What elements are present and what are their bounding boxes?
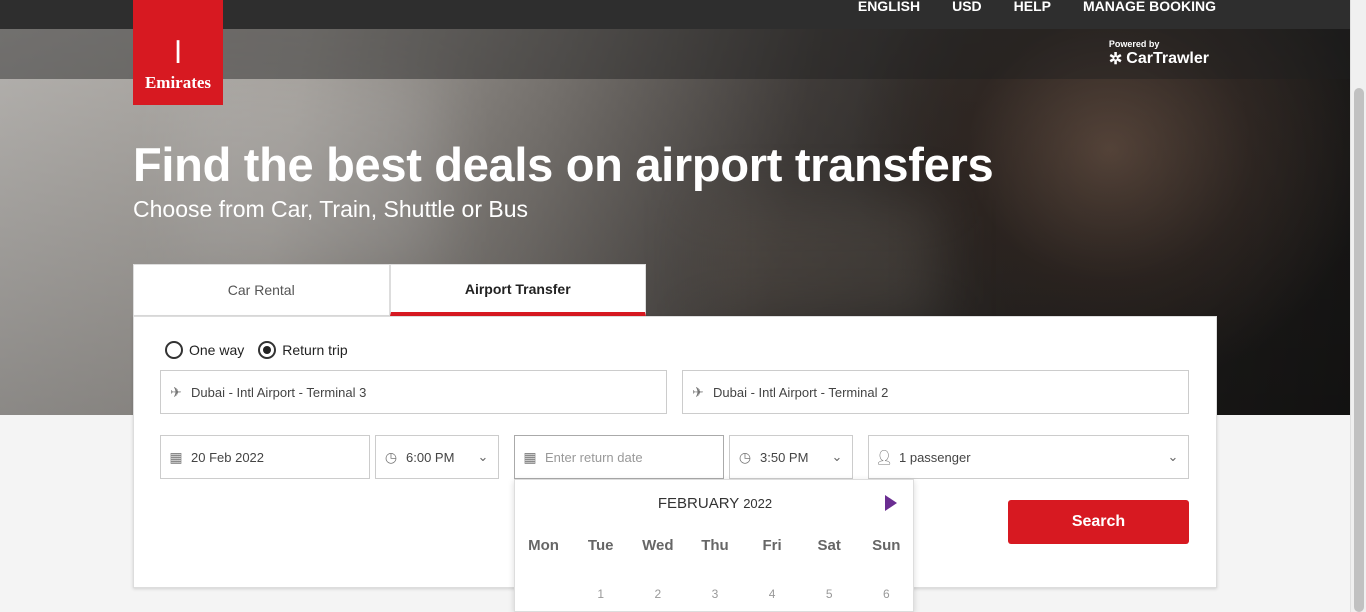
help-link[interactable]: HELP xyxy=(1014,0,1051,14)
one-way-radio[interactable]: One way xyxy=(165,341,244,359)
emirates-logo[interactable]: ﺍ Emirates xyxy=(133,0,223,105)
depart-time-value: 6:00 PM xyxy=(406,449,455,465)
emirates-calligraphy-icon: ﺍ xyxy=(173,36,183,71)
radio-selected-icon xyxy=(258,341,277,359)
passengers-value: 1 passenger xyxy=(899,449,971,465)
powered-by-label: Powered by xyxy=(1108,39,1160,49)
calendar-day[interactable]: 1 xyxy=(572,587,629,601)
plane-icon: ✈ xyxy=(170,383,182,400)
powered-by: Powered by ✲ CarTrawler xyxy=(1109,39,1209,69)
calendar-day[interactable]: 2 xyxy=(629,587,686,601)
return-time-select[interactable]: ◷ 3:50 PM ⌄ xyxy=(729,435,853,479)
calendar-day[interactable]: 5 xyxy=(801,587,858,601)
dropoff-location-field[interactable]: ✈ Dubai - Intl Airport - Terminal 2 xyxy=(682,370,1189,414)
weekday-label: Thu xyxy=(701,537,729,554)
calendar-year: 2022 xyxy=(743,496,773,511)
one-way-label: One way xyxy=(189,342,245,358)
depart-date-field[interactable]: ▦ 20 Feb 2022 xyxy=(160,435,370,479)
weekday-label: Sun xyxy=(872,537,901,554)
product-tabs: Car Rental Airport Transfer xyxy=(133,264,646,316)
manage-booking-link[interactable]: MANAGE BOOKING xyxy=(1083,0,1216,14)
weekday-label: Wed xyxy=(642,537,674,554)
calendar-day[interactable]: 6 xyxy=(858,587,915,601)
cartrawler-name: CarTrawler xyxy=(1126,50,1209,67)
calendar-week-row: 1 2 3 4 5 6 xyxy=(515,587,915,601)
next-month-arrow-icon[interactable] xyxy=(885,495,901,511)
return-trip-label: Return trip xyxy=(282,342,348,358)
weekday-label: Mon xyxy=(528,537,559,554)
language-link[interactable]: ENGLISH xyxy=(858,0,920,14)
depart-date-value: 20 Feb 2022 xyxy=(191,449,265,465)
tab-airport-transfer[interactable]: Airport Transfer xyxy=(389,264,646,316)
plane-icon: ✈ xyxy=(692,383,704,400)
page-subheadline: Choose from Car, Train, Shuttle or Bus xyxy=(133,196,529,222)
currency-link[interactable]: USD xyxy=(952,0,982,14)
calendar-month: FEBRUARY xyxy=(657,495,740,512)
calendar-month-title: FEBRUARY 2022 xyxy=(515,495,915,512)
pickup-location-value: Dubai - Intl Airport - Terminal 3 xyxy=(191,384,367,400)
search-button[interactable]: Search xyxy=(1008,500,1189,544)
return-date-field[interactable]: ▦ Enter return date xyxy=(514,435,724,479)
trip-type-group: One way Return trip xyxy=(165,341,348,359)
scrollbar-thumb[interactable] xyxy=(1354,88,1364,612)
return-time-value: 3:50 PM xyxy=(760,449,809,465)
pickup-location-field[interactable]: ✈ Dubai - Intl Airport - Terminal 3 xyxy=(160,370,667,414)
weekday-label: Sat xyxy=(817,537,841,554)
tab-car-rental[interactable]: Car Rental xyxy=(133,264,390,316)
radio-circle-icon xyxy=(165,341,183,359)
weekday-label: Tue xyxy=(587,537,614,554)
chevron-down-icon: ⌄ xyxy=(1167,449,1179,464)
passengers-select[interactable]: 👤︎ 1 passenger ⌄ xyxy=(868,435,1189,479)
calendar-icon: ▦ xyxy=(523,448,537,465)
page-scrollbar[interactable] xyxy=(1350,0,1366,612)
date-picker-popup: FEBRUARY 2022 Mon Tue Wed Thu Fri Sat Su… xyxy=(514,479,914,612)
calendar-day[interactable]: 3 xyxy=(686,587,743,601)
person-icon: 👤︎ xyxy=(875,448,893,465)
logo-text: Emirates xyxy=(144,73,212,92)
chevron-down-icon: ⌄ xyxy=(477,449,489,464)
cartrawler-icon: ✲ xyxy=(1108,51,1123,68)
cartrawler-brand: ✲ CarTrawler xyxy=(1109,49,1209,69)
top-nav: ENGLISH USD HELP MANAGE BOOKING xyxy=(858,0,1216,14)
depart-time-select[interactable]: ◷ 6:00 PM ⌄ xyxy=(375,435,499,479)
weekday-label: Fri xyxy=(762,537,782,554)
page-headline: Find the best deals on airport transfers xyxy=(133,138,994,191)
calendar-day[interactable]: 4 xyxy=(744,587,801,601)
calendar-day-empty xyxy=(515,587,572,601)
calendar-icon: ▦ xyxy=(169,448,183,465)
return-date-placeholder: Enter return date xyxy=(545,449,643,465)
calendar-weekdays: Mon Tue Wed Thu Fri Sat Sun xyxy=(515,537,915,554)
clock-icon: ◷ xyxy=(384,448,398,465)
clock-icon: ◷ xyxy=(738,448,752,465)
chevron-down-icon: ⌄ xyxy=(831,449,843,464)
return-trip-radio[interactable]: Return trip xyxy=(258,341,348,359)
dropoff-location-value: Dubai - Intl Airport - Terminal 2 xyxy=(713,384,889,400)
